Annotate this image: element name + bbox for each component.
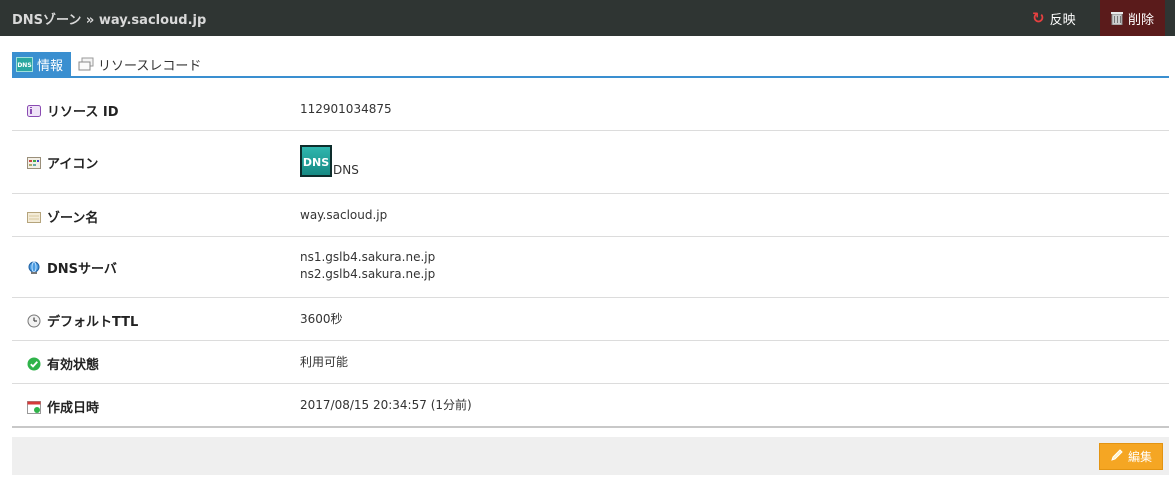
pencil-icon xyxy=(1110,448,1124,465)
status-value: 利用可能 xyxy=(300,355,349,369)
icon-label-wrap: アイコン xyxy=(27,153,98,172)
resource-id-label-wrap: リソース ID xyxy=(27,101,119,120)
calendar-icon xyxy=(27,400,41,414)
tab-info-label: 情報 xyxy=(37,58,64,74)
created-at-value: 2017/08/15 20:34:57 (1分前) xyxy=(300,398,472,412)
footer-bar: 編集 xyxy=(12,437,1169,475)
dns-servers-label: DNSサーバ xyxy=(47,262,117,277)
check-circle-icon xyxy=(27,357,41,371)
tab-bar: DNS 情報 リソースレコード xyxy=(12,52,1169,78)
reflect-label: 反映 xyxy=(1049,12,1076,28)
info-row-zone-name: ゾーン名 way.sacloud.jp xyxy=(12,194,1169,237)
zone-name-value: way.sacloud.jp xyxy=(300,208,388,222)
dns-servers-value: ns1.gslb4.sakura.ne.jp ns2.gslb4.sakura.… xyxy=(300,249,435,283)
default-ttl-value: 3600秒 xyxy=(300,312,343,326)
info-row-default-ttl: デフォルトTTL 3600秒 xyxy=(12,298,1169,341)
dns-servers-label-wrap: DNSサーバ xyxy=(27,258,117,277)
tab-resource-records[interactable]: リソースレコード xyxy=(76,52,216,76)
dns-logo-icon: DNS xyxy=(300,145,332,177)
delete-label: 削除 xyxy=(1127,12,1154,28)
info-table: リソース ID 112901034875 アイコン DNS DNS ゾーン名 w… xyxy=(12,88,1169,428)
breadcrumb: DNSゾーン » way.sacloud.jp xyxy=(12,13,207,28)
edit-button[interactable]: 編集 xyxy=(1099,443,1163,470)
info-row-resource-id: リソース ID 112901034875 xyxy=(12,88,1169,131)
id-card-icon xyxy=(27,104,41,118)
delete-button[interactable]: 削除 xyxy=(1100,0,1165,36)
icon-value: DNS DNS xyxy=(300,145,359,177)
info-row-status: 有効状態 利用可能 xyxy=(12,341,1169,384)
tab-resource-records-label: リソースレコード xyxy=(98,58,202,74)
trash-icon xyxy=(1110,11,1123,25)
default-ttl-label: デフォルトTTL xyxy=(47,315,139,330)
records-icon xyxy=(78,57,94,71)
dns-server-item: ns1.gslb4.sakura.ne.jp xyxy=(300,250,436,264)
icon-caption: DNS xyxy=(333,163,359,177)
created-at-label-wrap: 作成日時 xyxy=(27,397,99,416)
dns-badge-icon: DNS xyxy=(16,56,33,72)
zone-name-label: ゾーン名 xyxy=(47,211,99,226)
icon-grid-icon xyxy=(27,156,41,170)
clock-icon xyxy=(27,314,41,328)
zone-name-label-wrap: ゾーン名 xyxy=(27,207,98,226)
info-row-icon: アイコン DNS DNS xyxy=(12,131,1169,194)
info-row-dns-servers: DNSサーバ ns1.gslb4.sakura.ne.jp ns2.gslb4.… xyxy=(12,237,1169,298)
resource-id-value: 112901034875 xyxy=(300,102,392,116)
status-label-wrap: 有効状態 xyxy=(27,354,99,373)
top-bar: DNSゾーン » way.sacloud.jp ↻ 反映 削除 xyxy=(0,0,1175,36)
zone-box-icon xyxy=(27,210,41,224)
status-label: 有効状態 xyxy=(47,358,100,373)
icon-label: アイコン xyxy=(47,157,99,172)
globe-icon xyxy=(27,261,41,275)
tab-info[interactable]: DNS 情報 xyxy=(12,52,71,76)
created-at-label: 作成日時 xyxy=(47,401,100,416)
info-row-created-at: 作成日時 2017/08/15 20:34:57 (1分前) xyxy=(12,384,1169,428)
edit-label: 編集 xyxy=(1127,450,1152,464)
dns-server-item: ns2.gslb4.sakura.ne.jp xyxy=(300,267,436,281)
refresh-icon: ↻ xyxy=(1032,9,1045,27)
resource-id-label: リソース ID xyxy=(47,105,119,120)
reflect-button[interactable]: ↻ 反映 xyxy=(1032,0,1098,36)
default-ttl-label-wrap: デフォルトTTL xyxy=(27,311,138,330)
